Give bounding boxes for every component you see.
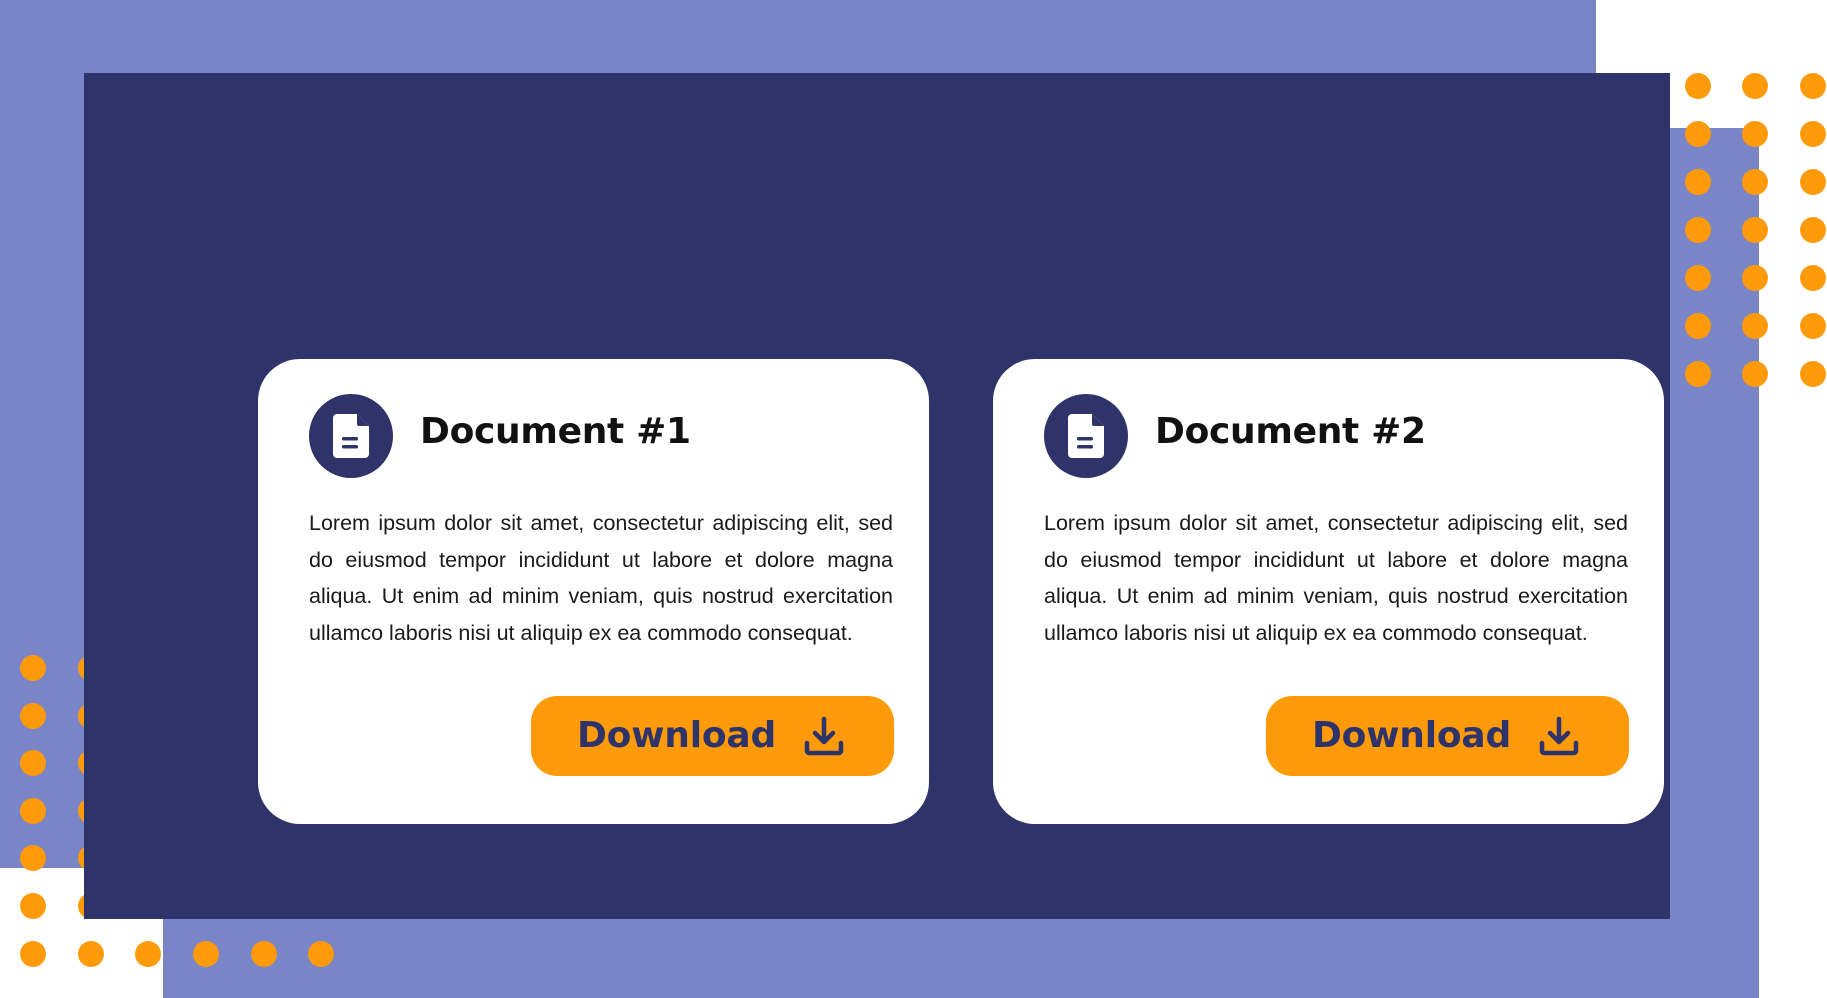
decorative-dot bbox=[1685, 217, 1711, 243]
decorative-dot bbox=[20, 797, 46, 824]
decorative-dot bbox=[1800, 361, 1826, 387]
decorative-dot bbox=[1800, 73, 1826, 99]
decorative-dot bbox=[1742, 361, 1768, 387]
decorative-dot bbox=[20, 655, 46, 681]
decorative-dot bbox=[1742, 313, 1768, 339]
download-button-label: Download bbox=[577, 715, 777, 756]
decorative-dot bbox=[20, 702, 46, 729]
decorative-dot bbox=[135, 941, 161, 967]
decorative-dot bbox=[1685, 121, 1711, 147]
decorative-dot bbox=[1742, 169, 1768, 195]
decorative-dot bbox=[1800, 217, 1826, 243]
decorative-dot bbox=[1685, 313, 1711, 339]
background-shape-white-right bbox=[1759, 128, 1827, 998]
decorative-dot bbox=[1685, 361, 1711, 387]
decorative-dot bbox=[1685, 265, 1711, 291]
document-icon bbox=[1044, 394, 1128, 478]
main-panel: Document #1 Lorem ipsum dolor sit amet, … bbox=[84, 73, 1670, 919]
decorative-dot bbox=[251, 941, 277, 967]
decorative-dot bbox=[1685, 169, 1711, 195]
document-title: Document #2 bbox=[1155, 411, 1426, 452]
download-button[interactable]: Download bbox=[1266, 696, 1629, 776]
decorative-dot bbox=[1685, 73, 1711, 99]
download-icon bbox=[803, 715, 845, 757]
decorative-dot bbox=[20, 941, 46, 967]
decorative-dot bbox=[1742, 265, 1768, 291]
document-description: Lorem ipsum dolor sit amet, consectetur … bbox=[1044, 511, 1628, 645]
decorative-dot bbox=[308, 941, 334, 967]
document-card: Document #1 Lorem ipsum dolor sit amet, … bbox=[258, 359, 929, 824]
decorative-dot bbox=[1800, 313, 1826, 339]
document-icon bbox=[309, 394, 393, 478]
decorative-dot bbox=[1742, 73, 1768, 99]
decorative-dot bbox=[193, 941, 219, 967]
decorative-dot bbox=[1800, 265, 1826, 291]
decorative-dot bbox=[1742, 121, 1768, 147]
document-card: Document #2 Lorem ipsum dolor sit amet, … bbox=[993, 359, 1664, 824]
document-title: Document #1 bbox=[420, 411, 691, 452]
download-icon bbox=[1538, 715, 1580, 757]
document-description: Lorem ipsum dolor sit amet, consectetur … bbox=[309, 511, 893, 645]
decorative-dot bbox=[1742, 217, 1768, 243]
decorative-dot bbox=[1800, 121, 1826, 147]
decorative-dot bbox=[1800, 169, 1826, 195]
decorative-dot bbox=[20, 845, 46, 871]
decorative-dot bbox=[78, 941, 104, 967]
download-button-label: Download bbox=[1312, 715, 1512, 756]
download-button[interactable]: Download bbox=[531, 696, 894, 776]
decorative-dot bbox=[20, 892, 46, 919]
decorative-dot bbox=[20, 750, 46, 776]
